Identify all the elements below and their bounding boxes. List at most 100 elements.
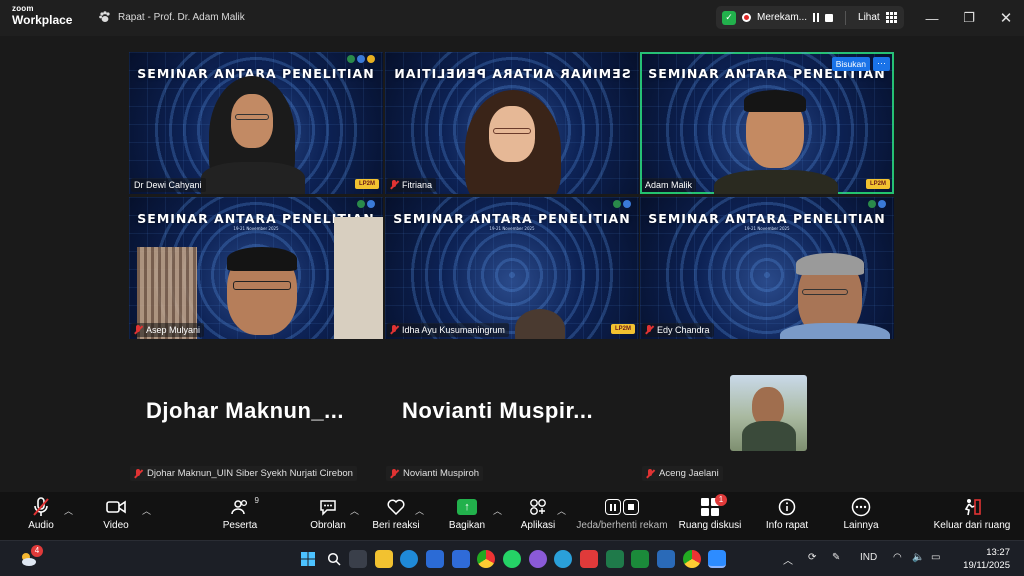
video-tile[interactable]: SEMINAR ANTARA PENELITIAN 19-21 November … [640,197,894,339]
apps-options-chevron-icon[interactable]: ︿ [557,504,566,517]
minimize-icon[interactable]: — [914,0,950,36]
meeting-title-text: Rapat - Prof. Dr. Adam Malik [118,11,245,23]
copilot-icon[interactable] [529,550,547,568]
sponsor-logos [357,200,375,208]
lp2m-logo: LP2M [611,324,635,334]
view-label[interactable]: Lihat [858,12,880,23]
pause-stop-recording-button[interactable]: Jeda/berhenti rekam [572,496,672,531]
share-screen-icon: ↑ [457,499,477,515]
participant-nametag: Fitriana [387,178,437,192]
outlook-icon[interactable] [426,550,444,568]
logo-line1: zoom [12,4,34,13]
video-options-chevron-icon[interactable]: ︿ [142,504,151,517]
participant-nametag: Adam Malik [642,178,697,192]
share-label: Bagikan [448,520,486,531]
volume-icon[interactable]: 🔈 [912,552,924,563]
breakout-rooms-button[interactable]: 1 Ruang diskusi [675,494,745,531]
search-icon[interactable] [325,550,343,568]
grid-view-icon[interactable] [885,12,897,23]
weather-badge: 4 [31,545,43,557]
audio-label: Audio [28,520,54,531]
meeting-toolbar: Audio ︿ Video ︿ 9 Peserta Obrolan ︿ Beri… [0,492,1024,540]
muted-mic-icon [134,468,143,479]
participant-nametag: Novianti Muspiroh [386,466,484,481]
video-button[interactable]: Video [81,496,151,531]
wifi-icon[interactable]: ◠ [893,552,902,563]
participant-photo [730,375,807,451]
input-language[interactable]: IND [860,552,877,563]
recording-label: Merekam... [757,12,808,23]
more-button[interactable]: Lainnya [826,496,896,531]
video-tile-active-speaker[interactable]: SEMINAR ANTARA PENELITIAN Bisukan ··· LP… [640,52,894,194]
blue-app-icon[interactable] [657,550,675,568]
video-tile[interactable]: SEMINAR ANTARA PENELITIAN LP2M Dr Dewi C… [129,52,383,194]
participant-nametag: Asep Mulyani [131,323,205,337]
participant-nametag: Idha Ayu Kusumaningrum [387,323,509,337]
zoom-app-icon[interactable] [708,550,726,568]
pause-recording-icon[interactable] [813,13,820,22]
seminar-banner-mirrored: SEMINAR ANTARA PENELITIAN [385,66,639,81]
excel-icon[interactable] [606,550,624,568]
meeting-title: Rapat - Prof. Dr. Adam Malik [98,10,245,24]
system-clock[interactable]: 13:27 19/11/2025 [963,546,1010,572]
stop-recording-icon[interactable] [825,13,834,22]
reactions-options-chevron-icon[interactable]: ︿ [415,504,424,517]
breakout-rooms-label: Ruang diskusi [678,520,742,531]
chrome-icon[interactable] [477,550,495,568]
seminar-banner: SEMINAR ANTARA PENELITIAN 19-21 November … [640,211,894,232]
windows-start-icon[interactable] [299,550,317,568]
leave-room-button[interactable]: Keluar dari ruang [927,496,1017,531]
sponsor-logos [868,200,886,208]
participant-name: Djohar Maknun_UIN Siber Syekh Nurjati Ci… [147,468,353,479]
pause-stop-icon [605,499,639,515]
info-icon [778,498,796,516]
participants-button[interactable]: 9 Peserta [205,496,275,531]
chrome-profile-icon[interactable] [683,550,701,568]
more-options-button[interactable]: ··· [873,57,890,71]
mute-participant-button[interactable]: Bisukan [831,57,870,71]
participant-nametag: Aceng Jaelani [642,466,723,481]
muted-mic-icon [390,180,399,190]
participant-name: Idha Ayu Kusumaningrum [402,325,505,335]
show-hidden-icons-chevron-icon[interactable]: ︿ [783,552,793,567]
whatsapp-icon[interactable] [503,550,521,568]
tray-app-icon[interactable]: ⟳ [808,552,816,563]
close-icon[interactable]: ✕ [988,0,1024,36]
participant-nametag: Edy Chandra [642,323,714,337]
participant-name: Edy Chandra [657,325,710,335]
lp2m-logo: LP2M [355,179,379,189]
chat-options-chevron-icon[interactable]: ︿ [350,504,359,517]
green-app-icon[interactable] [631,550,649,568]
heart-icon [387,499,405,515]
weather-widget-icon[interactable]: 4 [17,545,43,570]
participants-label: Peserta [222,520,258,531]
microphone-muted-icon [33,497,49,516]
meeting-info-button[interactable]: Info rapat [752,496,822,531]
recording-pill: ✓ Merekam... Lihat [716,6,904,29]
video-tile[interactable]: SEMINAR ANTARA PENELITIAN Fitriana [385,52,639,194]
muted-mic-icon [390,325,399,335]
participant-display-name: Novianti Muspir... [402,398,594,423]
restore-icon[interactable]: ❐ [951,0,987,36]
red-app-icon[interactable] [580,550,598,568]
apps-icon [530,499,546,515]
edge-browser-icon[interactable] [400,550,418,568]
apps-label: Aplikasi [520,520,556,531]
video-tile[interactable]: SEMINAR ANTARA PENELITIAN 19-21 November … [129,197,383,339]
task-view-icon[interactable] [349,550,367,568]
more-label: Lainnya [843,520,879,531]
battery-icon[interactable]: ▭ [931,552,940,563]
telegram-icon[interactable] [554,550,572,568]
share-button[interactable]: ↑ Bagikan [432,496,502,531]
share-options-chevron-icon[interactable]: ︿ [493,504,502,517]
audio-options-chevron-icon[interactable]: ︿ [64,504,73,517]
file-explorer-icon[interactable] [375,550,393,568]
participant-nametag: Dr Dewi Cahyani [131,178,206,192]
store-icon[interactable] [452,550,470,568]
video-tile[interactable]: SEMINAR ANTARA PENELITIAN 19-21 November … [385,197,639,339]
logo-line2: Workplace [12,13,73,27]
more-dots-icon [851,497,871,517]
tray-pen-icon[interactable]: ✎ [832,552,840,563]
security-shield-icon[interactable]: ✓ [722,10,736,25]
divider [845,10,847,25]
